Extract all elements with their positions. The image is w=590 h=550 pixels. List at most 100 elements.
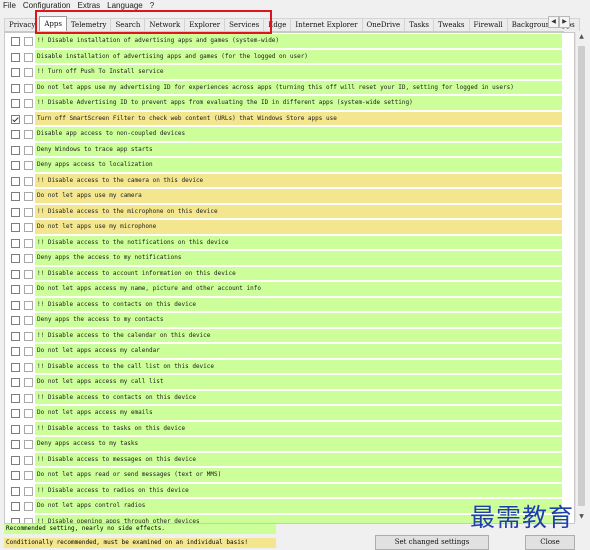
setting-checkbox[interactable] — [11, 83, 20, 93]
setting-checkbox[interactable] — [11, 99, 20, 108]
setting-checkbox[interactable] — [11, 486, 20, 496]
setting-row: !! Disable access to account information… — [5, 266, 574, 282]
setting-default-checkbox[interactable] — [24, 52, 33, 62]
setting-label: Do not let apps use my camera — [35, 189, 562, 203]
setting-checkbox[interactable] — [11, 393, 20, 403]
setting-checkbox[interactable] — [11, 362, 20, 372]
setting-default-checkbox[interactable] — [24, 68, 33, 77]
setting-checkbox[interactable] — [11, 37, 20, 46]
setting-row: Disable app access to non-coupled device… — [5, 126, 574, 142]
setting-default-checkbox[interactable] — [24, 409, 33, 418]
setting-checkbox[interactable] — [11, 114, 20, 124]
setting-default-checkbox[interactable] — [24, 269, 33, 279]
setting-default-checkbox[interactable] — [24, 285, 33, 294]
setting-checkbox[interactable] — [11, 409, 20, 418]
setting-default-checkbox[interactable] — [24, 161, 33, 170]
setting-label: Do not let apps access my calendar — [35, 344, 562, 358]
setting-default-checkbox[interactable] — [24, 486, 33, 496]
setting-label: !! Disable access to the camera on this … — [35, 173, 562, 187]
setting-checkbox[interactable] — [11, 52, 20, 62]
setting-default-checkbox[interactable] — [24, 37, 33, 46]
setting-checkbox[interactable] — [11, 300, 20, 310]
setting-checkbox[interactable] — [11, 331, 20, 341]
setting-row: !! Disable access to the camera on this … — [5, 173, 574, 189]
setting-default-checkbox[interactable] — [24, 207, 33, 217]
setting-checkbox[interactable] — [11, 254, 20, 263]
tab-internet-explorer[interactable]: Internet Explorer — [290, 18, 363, 31]
setting-default-checkbox[interactable] — [24, 424, 33, 434]
tab-onedrive[interactable]: OneDrive — [361, 18, 406, 31]
scroll-thumb[interactable] — [578, 46, 585, 506]
setting-default-checkbox[interactable] — [24, 83, 33, 93]
setting-label: !! Disable access to tasks on this devic… — [35, 421, 562, 435]
setting-default-checkbox[interactable] — [24, 223, 33, 232]
setting-default-checkbox[interactable] — [24, 192, 33, 201]
setting-label: !! Disable access to radios on this devi… — [35, 483, 562, 497]
setting-default-checkbox[interactable] — [24, 254, 33, 263]
setting-row: Deny Windows to trace app starts — [5, 142, 574, 158]
setting-default-checkbox[interactable] — [24, 114, 33, 124]
setting-label: !! Disable access to contacts on this de… — [35, 390, 562, 404]
setting-checkbox[interactable] — [11, 238, 20, 248]
setting-checkbox[interactable] — [11, 145, 20, 155]
setting-default-checkbox[interactable] — [24, 238, 33, 248]
setting-label: !! Disable access to the microphone on t… — [35, 204, 562, 218]
setting-row: Do not let apps read or send messages (t… — [5, 467, 574, 483]
tab-tasks[interactable]: Tasks — [404, 18, 434, 31]
setting-default-checkbox[interactable] — [24, 347, 33, 356]
setting-default-checkbox[interactable] — [24, 99, 33, 108]
setting-label: Do not let apps read or send messages (t… — [35, 468, 562, 482]
setting-default-checkbox[interactable] — [24, 130, 33, 139]
setting-row: Do not let apps access my emails — [5, 405, 574, 421]
setting-default-checkbox[interactable] — [24, 440, 33, 449]
setting-label: Disable app access to non-coupled device… — [35, 127, 562, 141]
tab-scroll-right-button[interactable]: ▶ — [559, 16, 570, 28]
vertical-scrollbar[interactable]: ▲ ▼ — [575, 32, 587, 522]
setting-checkbox[interactable] — [11, 285, 20, 294]
setting-default-checkbox[interactable] — [24, 378, 33, 387]
setting-checkbox[interactable] — [11, 378, 20, 387]
apps-tab-highlight — [35, 10, 272, 34]
setting-checkbox[interactable] — [11, 316, 20, 325]
setting-checkbox[interactable] — [11, 347, 20, 356]
setting-checkbox[interactable] — [11, 68, 20, 77]
setting-default-checkbox[interactable] — [24, 393, 33, 403]
setting-checkbox[interactable] — [11, 192, 20, 201]
setting-checkbox[interactable] — [11, 424, 20, 434]
setting-checkbox[interactable] — [11, 502, 20, 511]
setting-row: Deny apps access to my tasks — [5, 436, 574, 452]
settings-list: !! Disable installation of advertising a… — [5, 33, 574, 523]
setting-label: !! Disable Advertising ID to prevent app… — [35, 96, 562, 110]
setting-checkbox[interactable] — [11, 269, 20, 279]
setting-checkbox[interactable] — [11, 440, 20, 449]
setting-default-checkbox[interactable] — [24, 502, 33, 511]
setting-default-checkbox[interactable] — [24, 331, 33, 341]
setting-checkbox[interactable] — [11, 455, 20, 465]
setting-default-checkbox[interactable] — [24, 316, 33, 325]
setting-default-checkbox[interactable] — [24, 145, 33, 155]
setting-default-checkbox[interactable] — [24, 300, 33, 310]
setting-checkbox[interactable] — [11, 130, 20, 139]
setting-row: Disable installation of advertising apps… — [5, 49, 574, 65]
setting-row: Do not let apps access my calendar — [5, 343, 574, 359]
setting-checkbox[interactable] — [11, 176, 20, 186]
tab-scroll-left-button[interactable]: ◀ — [548, 16, 559, 28]
setting-default-checkbox[interactable] — [24, 471, 33, 480]
setting-label: Do not let apps use my advertising ID fo… — [35, 80, 562, 94]
tab-firewall[interactable]: Firewall — [468, 18, 508, 31]
setting-checkbox[interactable] — [11, 161, 20, 170]
setting-checkbox[interactable] — [11, 207, 20, 217]
setting-row: !! Disable access to the call list on th… — [5, 359, 574, 375]
setting-default-checkbox[interactable] — [24, 176, 33, 186]
setting-row: !! Disable access to the microphone on t… — [5, 204, 574, 220]
setting-checkbox[interactable] — [11, 223, 20, 232]
setting-label: Deny apps the access to my notifications — [35, 251, 562, 265]
setting-label: Do not let apps use my microphone — [35, 220, 562, 234]
setting-default-checkbox[interactable] — [24, 362, 33, 372]
menu-item-file[interactable]: File — [0, 0, 20, 11]
setting-default-checkbox[interactable] — [24, 455, 33, 465]
setting-row: Deny apps the access to my contacts — [5, 312, 574, 328]
setting-checkbox[interactable] — [11, 471, 20, 480]
tab-tweaks[interactable]: Tweaks — [432, 18, 470, 31]
scroll-up-arrow-icon[interactable]: ▲ — [576, 32, 587, 42]
